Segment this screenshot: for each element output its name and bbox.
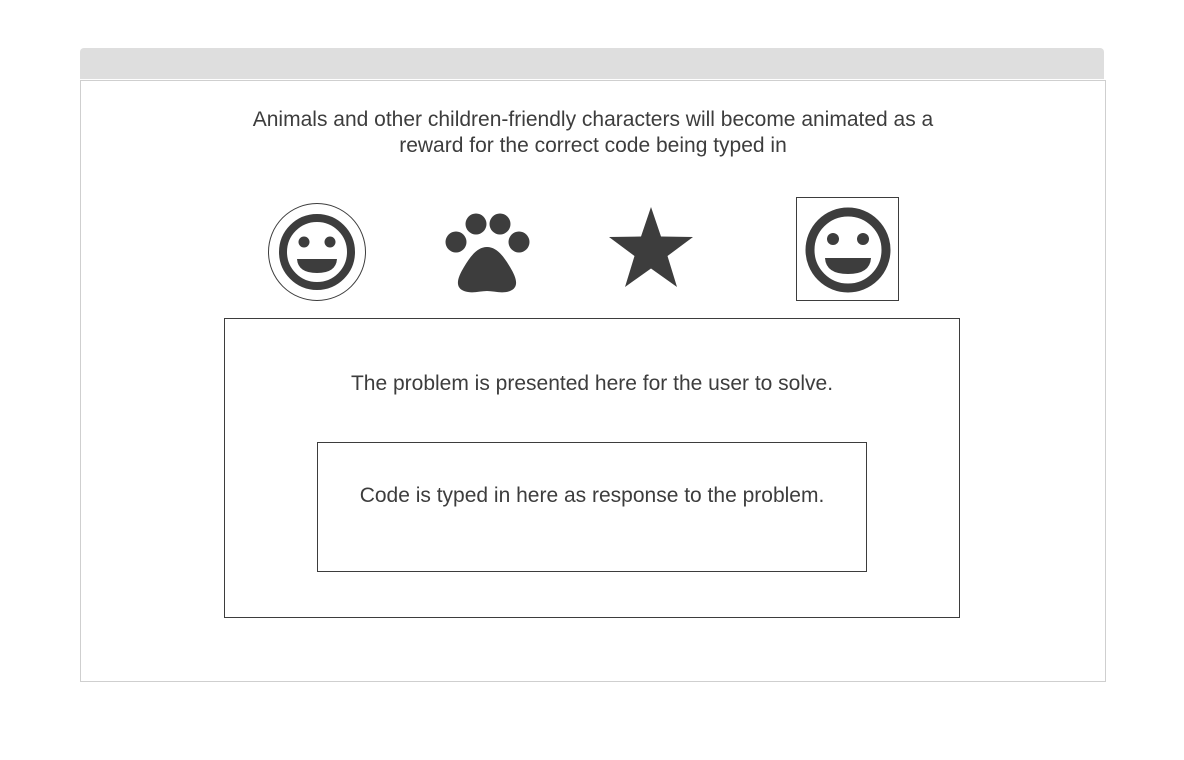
app-window: Animals and other children-friendly char… <box>80 48 1106 682</box>
problem-text: The problem is presented here for the us… <box>350 372 834 395</box>
problem-panel: The problem is presented here for the us… <box>224 318 960 618</box>
smiley-icon[interactable] <box>268 203 366 301</box>
intro-text: Animals and other children-friendly char… <box>252 108 934 157</box>
window-titlebar <box>80 48 1104 79</box>
smiley-icon[interactable] <box>796 197 899 301</box>
paw-icon[interactable] <box>444 209 530 293</box>
main-content: Animals and other children-friendly char… <box>80 80 1106 682</box>
code-input-text: Code is typed in here as response to the… <box>359 484 825 507</box>
star-icon[interactable] <box>608 205 694 289</box>
code-input[interactable]: Code is typed in here as response to the… <box>317 442 867 572</box>
